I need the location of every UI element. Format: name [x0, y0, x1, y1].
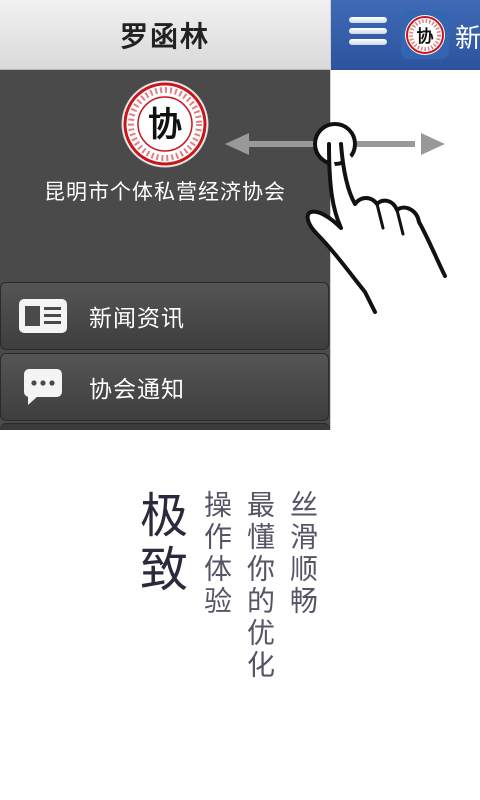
- slogan-line-3: 丝滑顺畅: [286, 490, 319, 618]
- slogan-main: 极致: [131, 490, 187, 598]
- org-logo-glyph: 协: [148, 105, 182, 145]
- slogan-line-1: 操作体验: [200, 490, 233, 618]
- org-logo: 协: [121, 80, 209, 168]
- slogan-line-2: 最懂你的优化: [243, 490, 276, 682]
- topbar-logo: 协: [401, 11, 449, 59]
- menu-item-notice[interactable]: 协会通知: [0, 353, 329, 421]
- drawer-next-item-edge: [0, 423, 330, 430]
- hamburger-menu-icon[interactable]: [349, 17, 387, 51]
- menu-item-notice-label: 协会通知: [89, 377, 185, 403]
- user-name: 罗函林: [119, 19, 210, 53]
- swipe-hand-icon: [225, 122, 447, 314]
- topbar-logo-glyph: 协: [417, 26, 434, 47]
- drawer-header: 罗函林: [0, 0, 330, 70]
- chat-bubble-icon: [17, 367, 69, 407]
- menu-item-news-label: 新闻资讯: [89, 306, 185, 332]
- main-title: 新: [455, 24, 480, 54]
- slogan-area: 极致 操作体验 最懂你的优化 丝滑顺畅: [0, 430, 480, 800]
- main-top-bar: 协 新: [331, 0, 480, 70]
- news-icon: [17, 296, 69, 336]
